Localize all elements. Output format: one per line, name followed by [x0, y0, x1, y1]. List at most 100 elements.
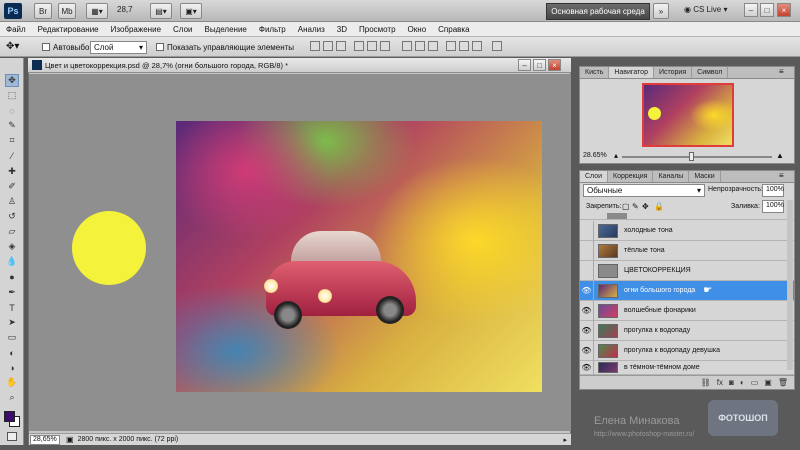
- bridge-button[interactable]: Br: [34, 3, 52, 19]
- path-selection-tool-icon[interactable]: ➤: [5, 316, 19, 329]
- menu-select[interactable]: Выделение: [198, 25, 252, 34]
- arrange-documents-button[interactable]: ▤▾: [150, 3, 172, 19]
- new-group-icon[interactable]: ▭: [751, 378, 759, 387]
- lock-transparency-icon[interactable]: ▢: [622, 202, 630, 211]
- doc-minimize-button[interactable]: –: [518, 59, 531, 71]
- visibility-toggle[interactable]: [580, 240, 594, 261]
- distribute-left-icon[interactable]: [446, 41, 456, 51]
- menu-filter[interactable]: Фильтр: [253, 25, 292, 34]
- tab-character[interactable]: Символ: [692, 67, 729, 78]
- fx-icon[interactable]: fx: [717, 378, 723, 387]
- align-left-icon[interactable]: [354, 41, 364, 51]
- move-tool-icon[interactable]: ✥: [5, 74, 19, 87]
- cs-live-button[interactable]: ◉ CS Live ▾: [684, 5, 727, 14]
- layer-row[interactable]: тёплые тона: [580, 240, 794, 261]
- eyedropper-tool-icon[interactable]: ⁄: [5, 149, 19, 162]
- distribute-center-icon[interactable]: [459, 41, 469, 51]
- crop-tool-icon[interactable]: ⌗: [5, 134, 19, 147]
- link-layers-icon[interactable]: ⛓: [701, 378, 711, 387]
- 3d-camera-tool-icon[interactable]: ◑: [5, 361, 19, 374]
- menu-edit[interactable]: Редактирование: [32, 25, 105, 34]
- layer-row[interactable]: 👁 волшебные фонарики: [580, 300, 794, 321]
- new-layer-icon[interactable]: ▣: [764, 378, 772, 387]
- maximize-button[interactable]: □: [760, 3, 774, 17]
- yellow-circle-shape[interactable]: [72, 211, 146, 285]
- eye-icon[interactable]: 👁: [580, 320, 594, 341]
- view-extras-button[interactable]: ▦▾: [86, 3, 108, 19]
- menu-help[interactable]: Справка: [432, 25, 475, 34]
- zoom-tool-icon[interactable]: ⌕: [5, 391, 19, 404]
- layers-scrollbar[interactable]: [787, 200, 793, 370]
- type-tool-icon[interactable]: T: [5, 301, 19, 314]
- tab-adjustments[interactable]: Коррекция: [608, 171, 654, 182]
- workspace-more-button[interactable]: »: [653, 3, 669, 19]
- lock-all-icon[interactable]: 🔒: [654, 202, 664, 211]
- align-bottom-icon[interactable]: [336, 41, 346, 51]
- distribute-right-icon[interactable]: [472, 41, 482, 51]
- workspace-switcher-button[interactable]: Основная рабочая среда: [546, 3, 650, 20]
- tab-history[interactable]: История: [654, 67, 693, 78]
- trash-icon[interactable]: 🗑: [778, 378, 788, 387]
- menu-view[interactable]: Просмотр: [353, 25, 402, 34]
- menu-window[interactable]: Окно: [402, 25, 433, 34]
- horizontal-scrollbar[interactable]: [31, 74, 572, 76]
- document-tab[interactable]: Цвет и цветокоррекция.psd @ 28,7% (огни …: [28, 58, 571, 73]
- navigator-slider-thumb[interactable]: [689, 152, 694, 161]
- marquee-tool-icon[interactable]: ⬚: [5, 89, 19, 102]
- clone-stamp-tool-icon[interactable]: ♙: [5, 195, 19, 208]
- move-tool-preset-icon[interactable]: ✥▾: [6, 41, 19, 52]
- align-middle-icon[interactable]: [323, 41, 333, 51]
- lock-pixels-icon[interactable]: ✎: [632, 202, 639, 211]
- zoom-in-icon[interactable]: ▲: [776, 151, 784, 160]
- tab-brush[interactable]: Кисть: [580, 67, 610, 78]
- menu-image[interactable]: Изображение: [105, 25, 167, 34]
- align-top-icon[interactable]: [310, 41, 320, 51]
- eye-icon[interactable]: 👁: [580, 300, 594, 321]
- pen-tool-icon[interactable]: ✒: [5, 286, 19, 299]
- eye-icon[interactable]: 👁: [580, 360, 594, 375]
- quick-select-tool-icon[interactable]: ✎: [5, 119, 19, 132]
- autoselect-dropdown[interactable]: Слой ▾: [90, 41, 147, 54]
- distribute-top-icon[interactable]: [402, 41, 412, 51]
- foreground-color-swatch[interactable]: [4, 411, 15, 422]
- autoselect-checkbox[interactable]: [42, 43, 50, 51]
- paint-bucket-tool-icon[interactable]: ◈: [5, 240, 19, 253]
- menu-analysis[interactable]: Анализ: [292, 25, 331, 34]
- brush-tool-icon[interactable]: ✐: [5, 180, 19, 193]
- layer-row[interactable]: 👁 прогулка к водопаду девушка: [580, 340, 794, 361]
- add-mask-icon[interactable]: ◙: [729, 378, 734, 387]
- layer-row[interactable]: 👁 огни большого города ☛: [580, 280, 794, 301]
- menu-file[interactable]: Файл: [0, 25, 32, 34]
- dodge-tool-icon[interactable]: ●: [5, 270, 19, 283]
- adjustment-layer-icon[interactable]: ◐: [740, 378, 745, 387]
- opacity-field[interactable]: 100%: [762, 184, 784, 197]
- show-controls-checkbox[interactable]: [156, 43, 164, 51]
- zoom-out-icon[interactable]: ▴: [614, 151, 618, 160]
- layer-row[interactable]: ЦВЕТОКОРРЕКЦИЯ: [580, 260, 794, 281]
- distribute-middle-icon[interactable]: [415, 41, 425, 51]
- tab-layers[interactable]: Слои: [580, 171, 609, 182]
- healing-brush-tool-icon[interactable]: ✚: [5, 165, 19, 178]
- panel-menu-icon[interactable]: ≡: [779, 67, 784, 76]
- eraser-tool-icon[interactable]: ▱: [5, 225, 19, 238]
- fill-field[interactable]: 100%: [762, 200, 784, 213]
- doc-maximize-button[interactable]: □: [533, 59, 546, 71]
- tab-navigator[interactable]: Навигатор: [609, 67, 654, 78]
- blend-mode-dropdown[interactable]: Обычные ▾: [583, 184, 705, 197]
- visibility-toggle[interactable]: [580, 220, 594, 241]
- navigator-zoom-slider[interactable]: [622, 156, 772, 158]
- car-photo-layer[interactable]: [176, 121, 542, 392]
- menu-3d[interactable]: 3D: [331, 25, 353, 34]
- menu-layers[interactable]: Слои: [167, 25, 198, 34]
- layer-row[interactable]: холодные тона: [580, 220, 794, 241]
- eye-icon[interactable]: 👁: [580, 340, 594, 361]
- quick-mask-icon[interactable]: [7, 432, 17, 441]
- blur-tool-icon[interactable]: 💧: [5, 255, 19, 268]
- layer-row[interactable]: 👁 прогулка к водопаду: [580, 320, 794, 341]
- eye-icon[interactable]: 👁: [580, 280, 594, 301]
- hand-tool-icon[interactable]: ✋: [5, 376, 19, 389]
- minimize-button[interactable]: –: [744, 3, 758, 17]
- 3d-rotate-tool-icon[interactable]: ◐: [5, 346, 19, 359]
- mini-bridge-button[interactable]: Mb: [58, 3, 76, 19]
- tab-masks[interactable]: Маски: [689, 171, 721, 182]
